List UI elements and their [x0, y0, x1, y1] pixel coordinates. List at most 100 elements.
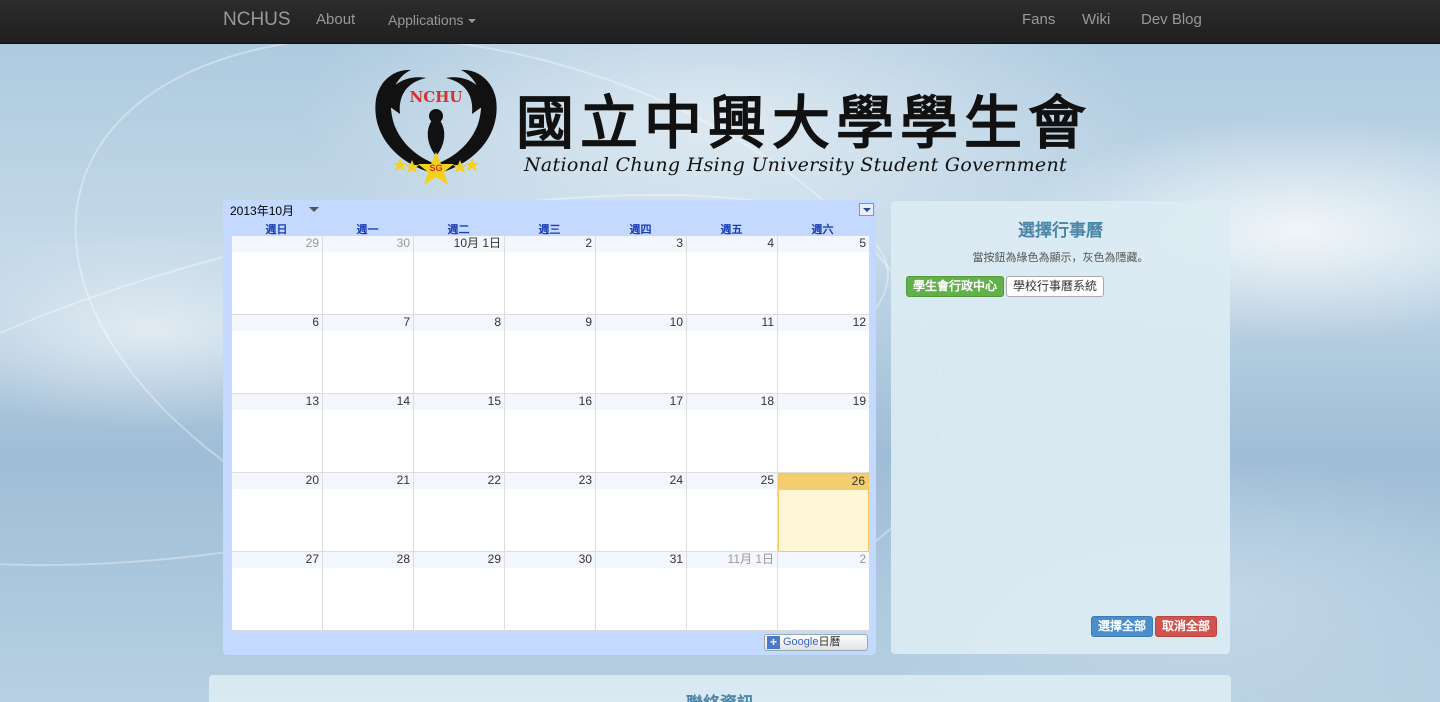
brand-link[interactable]: NCHUS — [223, 9, 291, 31]
weekday-label: 週五 — [720, 224, 743, 236]
day-number: 3 — [596, 236, 686, 252]
calendar-day-cell[interactable]: 11月 1日 — [687, 552, 778, 631]
weekday-header-row: 週日 週一 週二 週三 週四 週五 週六 — [231, 221, 868, 236]
day-number: 28 — [323, 552, 413, 568]
day-number: 24 — [596, 473, 686, 489]
day-number: 31 — [596, 552, 686, 568]
calendar-month-grid: 29 30 10月 1日 2 3 4 5 6 7 8 9 10 11 12 13 14 15 16 17 18 19 20… — [231, 235, 869, 631]
day-number: 12 — [778, 315, 869, 331]
day-number: 19 — [778, 394, 869, 410]
day-number: 14 — [323, 394, 413, 410]
calendar-day-cell[interactable]: 17 — [596, 394, 687, 473]
nav-about[interactable]: About — [316, 11, 355, 28]
calendar-toggle-school[interactable]: 學校行事曆系統 — [1006, 276, 1105, 297]
weekday-label: 週日 — [265, 224, 288, 236]
deselect-all-button[interactable]: 取消全部 — [1155, 616, 1218, 637]
google-calendar-widget: 2013年10月 週日 週一 週二 週三 週四 週五 週六 29 30 10月 1日 2 3 4 5 6 7… — [223, 200, 876, 655]
nav-fans[interactable]: Fans — [1022, 11, 1055, 28]
calendar-day-cell[interactable]: 7 — [323, 315, 414, 394]
calendar-day-cell[interactable]: 22 — [414, 473, 505, 552]
top-navbar: NCHUS About Applications Fans Wiki Dev B… — [0, 0, 1440, 44]
day-number: 25 — [687, 473, 777, 489]
calendar-day-cell[interactable]: 24 — [596, 473, 687, 552]
weekday-label: 週三 — [538, 224, 561, 236]
day-number: 10月 1日 — [414, 236, 504, 252]
calendar-day-cell[interactable]: 25 — [687, 473, 778, 552]
day-number: 17 — [596, 394, 686, 410]
calendar-day-cell[interactable]: 15 — [414, 394, 505, 473]
calendar-day-cell[interactable]: 16 — [505, 394, 596, 473]
calendar-day-cell[interactable]: 10 — [596, 315, 687, 394]
calendar-day-cell[interactable]: 6 — [232, 315, 323, 394]
calendar-day-cell[interactable]: 12 — [778, 315, 869, 394]
calendar-day-today[interactable]: 26 — [778, 473, 869, 552]
calendar-menu-button[interactable] — [859, 203, 874, 216]
calendar-day-cell[interactable]: 31 — [596, 552, 687, 631]
weekday-label: 週一 — [356, 224, 379, 236]
weekday-label: 週四 — [629, 224, 652, 236]
calendar-day-cell[interactable]: 20 — [232, 473, 323, 552]
contact-section: 聯絡資訊 — [209, 675, 1231, 702]
day-number: 29 — [232, 236, 322, 252]
calendar-day-cell[interactable]: 11 — [687, 315, 778, 394]
calendar-header: 2013年10月 — [223, 200, 876, 219]
day-number: 9 — [505, 315, 595, 331]
calendar-day-cell[interactable]: 19 — [778, 394, 869, 473]
calendar-day-cell[interactable]: 18 — [687, 394, 778, 473]
calendar-day-cell[interactable]: 8 — [414, 315, 505, 394]
calendar-day-cell[interactable]: 2 — [505, 236, 596, 315]
day-number: 18 — [687, 394, 777, 410]
calendar-day-cell[interactable]: 10月 1日 — [414, 236, 505, 315]
day-number: 5 — [778, 236, 869, 252]
day-number: 29 — [414, 552, 504, 568]
calendar-week-row: 20 21 22 23 24 25 26 — [232, 473, 869, 552]
calendar-day-cell[interactable]: 30 — [505, 552, 596, 631]
calendar-day-cell[interactable]: 5 — [778, 236, 869, 315]
day-number: 23 — [505, 473, 595, 489]
day-number: 22 — [414, 473, 504, 489]
day-number: 2 — [778, 552, 869, 568]
add-to-google-calendar-button[interactable]: + Google日曆 — [764, 634, 868, 651]
day-number: 11 — [687, 315, 777, 331]
nav-applications[interactable]: Applications — [388, 12, 476, 28]
calendar-day-cell[interactable]: 9 — [505, 315, 596, 394]
day-number: 2 — [505, 236, 595, 252]
nav-dev-blog[interactable]: Dev Blog — [1141, 11, 1202, 28]
day-number: 21 — [323, 473, 413, 489]
calendar-week-row: 29 30 10月 1日 2 3 4 5 — [232, 236, 869, 315]
calendar-day-cell[interactable]: 30 — [323, 236, 414, 315]
calendar-month-title[interactable]: 2013年10月 — [230, 202, 294, 219]
calendar-day-cell[interactable]: 29 — [414, 552, 505, 631]
nav-wiki[interactable]: Wiki — [1082, 11, 1110, 28]
caret-down-icon — [467, 19, 476, 24]
day-number: 8 — [414, 315, 504, 331]
day-number: 13 — [232, 394, 322, 410]
calendar-day-cell[interactable]: 4 — [687, 236, 778, 315]
month-dropdown-arrow-icon[interactable] — [309, 207, 319, 212]
calendar-day-cell[interactable]: 23 — [505, 473, 596, 552]
calendar-day-cell[interactable]: 28 — [323, 552, 414, 631]
day-number: 30 — [505, 552, 595, 568]
calendar-day-cell[interactable]: 21 — [323, 473, 414, 552]
calendar-day-cell[interactable]: 14 — [323, 394, 414, 473]
contact-title: 聯絡資訊 — [209, 689, 1231, 702]
day-number: 26 — [779, 474, 868, 490]
calendar-week-row: 27 28 29 30 31 11月 1日 2 — [232, 552, 869, 631]
calendar-day-cell[interactable]: 2 — [778, 552, 869, 631]
calendar-week-row: 13 14 15 16 17 18 19 — [232, 394, 869, 473]
day-number: 20 — [232, 473, 322, 489]
day-number: 27 — [232, 552, 322, 568]
calendar-day-cell[interactable]: 27 — [232, 552, 323, 631]
emblem-sub-text: SG — [429, 163, 442, 173]
select-all-button[interactable]: 選擇全部 — [1091, 616, 1154, 637]
calendar-day-cell[interactable]: 29 — [232, 236, 323, 315]
weekday-label: 週二 — [447, 224, 470, 236]
calendar-day-cell[interactable]: 13 — [232, 394, 323, 473]
calendar-toggle-student-gov[interactable]: 學生會行政中心 — [906, 276, 1005, 297]
day-number: 4 — [687, 236, 777, 252]
plus-icon: + — [767, 636, 780, 649]
nav-applications-label: Applications — [388, 12, 464, 28]
calendar-day-cell[interactable]: 3 — [596, 236, 687, 315]
calendar-selection-panel: 選擇行事曆 當按鈕為綠色為顯示，灰色為隱藏。 學生會行政中心 學校行事曆系統 選… — [891, 201, 1230, 654]
logo-title-chinese: 國立中興大學學生會 — [516, 89, 1093, 157]
